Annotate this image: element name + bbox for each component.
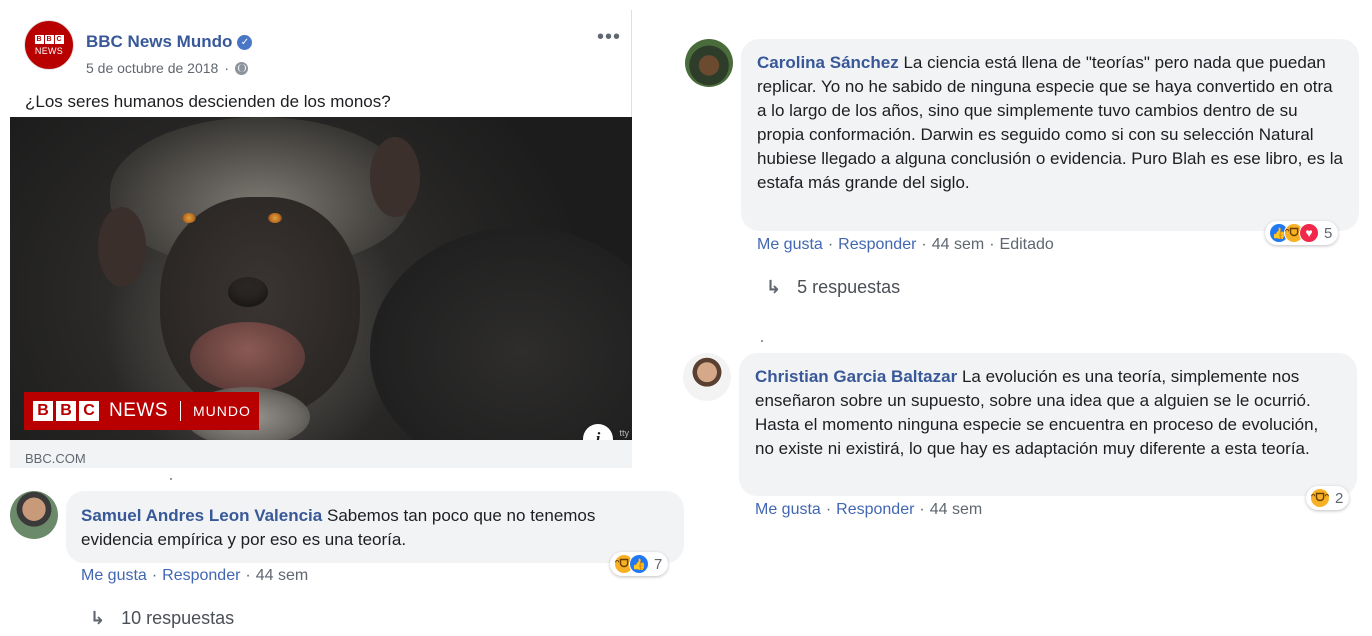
image-shape	[370, 227, 632, 440]
separator: ·	[245, 567, 251, 584]
image-shape	[182, 213, 196, 223]
verified-badge-icon: ✓	[237, 34, 253, 50]
post-text: ¿Los seres humanos descienden de los mon…	[25, 92, 391, 111]
like-reaction-icon: 👍	[629, 554, 649, 574]
image-shape	[98, 207, 146, 287]
reactions-summary[interactable]: ᵔᗜᵔ 2	[1306, 486, 1350, 510]
page-avatar[interactable]: B B C NEWS	[24, 20, 74, 70]
separator: ·	[919, 501, 925, 518]
view-replies-link[interactable]: ↳ 5 respuestas	[766, 277, 900, 298]
banner-news-text: NEWS	[109, 400, 168, 421]
bbc-banner-block: B	[56, 401, 76, 421]
page-name-text[interactable]: BBC News Mundo	[86, 32, 232, 52]
bbc-logo-block: B	[34, 34, 44, 44]
stray-dot	[761, 340, 763, 342]
reactions-summary[interactable]: 👍 ᵔᗜᵔ ♥ 5	[1265, 221, 1339, 245]
bbc-news-mundo-banner: B B C NEWS MUNDO	[24, 392, 259, 430]
love-reaction-icon: ♥	[1299, 223, 1319, 243]
reply-arrow-icon: ↳	[90, 608, 106, 628]
comment-bubble: Carolina Sánchez La ciencia está llena d…	[741, 39, 1359, 231]
link-preview-bar[interactable]	[10, 440, 632, 468]
like-button[interactable]: Me gusta	[755, 501, 821, 518]
comment-actions: Me gusta · Responder · 44 sem	[755, 501, 982, 519]
separator: ·	[825, 501, 832, 518]
comment-author[interactable]: Christian Garcia Baltazar	[755, 367, 957, 386]
image-shape	[268, 213, 282, 223]
meta-separator: ·	[224, 60, 230, 76]
banner-mundo-text: MUNDO	[193, 403, 251, 419]
image-shape	[228, 277, 268, 307]
avatar[interactable]	[10, 491, 58, 539]
stray-dot	[170, 478, 172, 480]
reactions-summary[interactable]: ᵔᗜᵔ 👍 7	[610, 552, 669, 576]
separator: ·	[151, 567, 158, 584]
comment-time[interactable]: 44 sem	[932, 236, 984, 253]
bbc-logo-block: C	[54, 34, 64, 44]
bbc-banner-block: B	[33, 401, 53, 421]
replies-count-label[interactable]: 5 respuestas	[797, 277, 900, 298]
like-button[interactable]: Me gusta	[757, 236, 823, 253]
image-shape	[370, 137, 420, 217]
banner-divider	[180, 401, 181, 421]
comment-time[interactable]: 44 sem	[930, 501, 982, 518]
separator: ·	[989, 236, 995, 253]
globe-icon	[235, 61, 249, 75]
like-button[interactable]: Me gusta	[81, 567, 147, 584]
haha-reaction-icon: ᵔᗜᵔ	[1310, 488, 1330, 508]
reaction-count: 5	[1324, 224, 1333, 242]
reply-button[interactable]: Responder	[838, 236, 916, 253]
reaction-count: 7	[654, 555, 663, 573]
comment-text: La ciencia está llena de "teorías" pero …	[757, 53, 1343, 192]
reply-button[interactable]: Responder	[162, 567, 240, 584]
avatar[interactable]	[683, 353, 731, 401]
reaction-count: 2	[1335, 489, 1344, 507]
post-date[interactable]: 5 de octubre de 2018	[86, 60, 218, 76]
post-meta: 5 de octubre de 2018 ·	[86, 60, 249, 76]
reply-arrow-icon: ↳	[766, 277, 782, 297]
comment-author[interactable]: Carolina Sánchez	[757, 53, 899, 72]
edited-label[interactable]: Editado	[1000, 236, 1054, 253]
bbc-banner-block: C	[79, 401, 99, 421]
bbc-logo-block: B	[44, 34, 54, 44]
comment-bubble: Christian Garcia Baltazar La evolución e…	[739, 353, 1357, 496]
avatar[interactable]	[685, 39, 733, 87]
comment-author[interactable]: Samuel Andres Leon Valencia	[81, 506, 322, 525]
comment-actions: Me gusta · Responder · 44 sem · Editado	[757, 236, 1054, 254]
link-domain[interactable]: BBC.COM	[25, 451, 86, 466]
page-name[interactable]: BBC News Mundo ✓	[86, 32, 253, 52]
post-image[interactable]: B B C NEWS MUNDO tty i	[10, 117, 632, 440]
post-card: B B C NEWS BBC News Mundo ✓ 5 de octubre…	[10, 10, 632, 468]
separator: ·	[827, 236, 834, 253]
reply-button[interactable]: Responder	[836, 501, 914, 518]
image-shape	[190, 322, 305, 392]
comment-time[interactable]: 44 sem	[256, 567, 308, 584]
post-header: B B C NEWS BBC News Mundo ✓ 5 de octubre…	[24, 20, 631, 80]
comment-actions: Me gusta · Responder · 44 sem	[81, 567, 308, 585]
image-credit: tty	[619, 428, 629, 438]
more-options-icon[interactable]: •••	[597, 27, 621, 47]
bbc-logo-blocks: B B C	[34, 34, 64, 44]
avatar-news-label: NEWS	[34, 45, 64, 56]
view-replies-link[interactable]: ↳ 10 respuestas	[90, 608, 234, 629]
comment-bubble: Samuel Andres Leon Valencia Sabemos tan …	[66, 491, 684, 563]
replies-count-label[interactable]: 10 respuestas	[121, 608, 234, 629]
separator: ·	[921, 236, 927, 253]
